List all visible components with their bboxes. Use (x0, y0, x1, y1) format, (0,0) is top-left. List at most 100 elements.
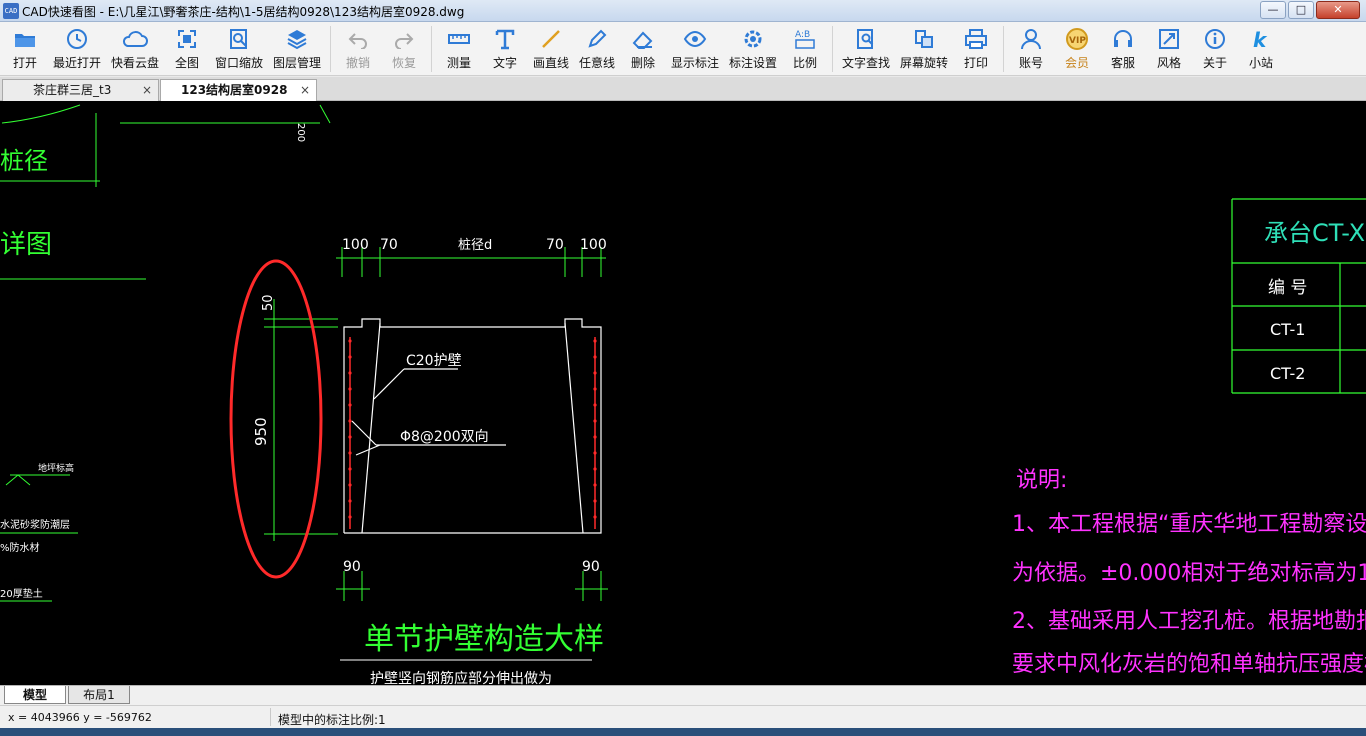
k-logo-icon: k (1248, 27, 1274, 51)
erase-label: 删除 (630, 56, 655, 70)
notes-line: 为依据。±0.000相对于绝对标高为1330.60 (1012, 561, 1366, 586)
cloud-label: 快看云盘 (110, 56, 159, 70)
text-search-label: 文字查找 (841, 56, 890, 70)
file-tab-2[interactable]: 123结构居室0928 × (160, 79, 317, 101)
text-button[interactable]: 文字 (482, 22, 528, 74)
notes-line: 1、本工程根据“重庆华地工程勘察设计院”提供的 (1012, 512, 1366, 537)
style-label: 风格 (1156, 56, 1181, 70)
fit-all-button[interactable]: 全图 (164, 22, 210, 74)
vip-button[interactable]: VIP 会员 (1054, 22, 1100, 74)
window-zoom-button[interactable]: 窗口缩放 (210, 22, 268, 74)
dim-text-200: 200 (295, 123, 306, 142)
redo-label: 恢复 (391, 56, 416, 70)
table-cell: CT-1 (1270, 320, 1305, 339)
dim-settings-button[interactable]: 标注设置 (724, 22, 782, 74)
eraser-icon (630, 27, 656, 51)
printer-icon (963, 27, 989, 51)
os-taskbar (0, 728, 1366, 736)
notes-line: 2、基础采用人工挖孔桩。根据地勘报告,要求所有 (1012, 609, 1366, 634)
pen-icon (584, 27, 610, 51)
open-label: 打开 (12, 56, 37, 70)
style-icon (1156, 27, 1182, 51)
table-title: 承台CT-X配 (1264, 219, 1366, 247)
rebar-dot (348, 467, 352, 471)
measure-button[interactable]: 测量 (436, 22, 482, 74)
drawing-label: %防水材 (0, 541, 40, 554)
minimize-button[interactable]: — (1260, 1, 1286, 19)
close-button[interactable]: ✕ (1316, 1, 1360, 19)
dim-text: 70 (546, 237, 564, 253)
bottom-dimension (336, 571, 608, 601)
freehand-button[interactable]: 任意线 (574, 22, 620, 74)
freehand-label: 任意线 (578, 56, 615, 70)
eye-icon (682, 27, 708, 51)
line-button[interactable]: 画直线 (528, 22, 574, 74)
table-cell: CT-2 (1270, 364, 1305, 383)
layers-button[interactable]: 图层管理 (268, 22, 326, 74)
clock-icon (64, 27, 90, 51)
undo-label: 撤销 (345, 56, 370, 70)
side-dimension (264, 299, 338, 541)
ruler-icon (446, 27, 472, 51)
level-mark (5, 474, 31, 486)
rebar-dot (348, 339, 352, 343)
tab-model[interactable]: 模型 (4, 686, 66, 704)
dim-text: 100 (342, 237, 369, 253)
rotate-label: 屏幕旋转 (899, 56, 948, 70)
dim-settings-label: 标注设置 (728, 56, 777, 70)
text-label: 文字 (492, 56, 517, 70)
main-toolbar: 打开 最近打开 快看云盘 全图 窗口缩放 图层管理 撤销 恢复 测量 文字 画直线 任意线 删除 显示标注… (0, 22, 1366, 76)
title-bar: CAD CAD快速看图 - E:\几星江\野奢茶庄-结构\1-5居结构0928\… (0, 0, 1366, 22)
service-button[interactable]: 客服 (1100, 22, 1146, 74)
about-button[interactable]: 关于 (1192, 22, 1238, 74)
show-dims-button[interactable]: 显示标注 (666, 22, 724, 74)
annotation-scale: 模型中的标注比例:1 (278, 713, 386, 727)
drawing-label: 桩径 (0, 147, 48, 175)
station-label: 小站 (1248, 56, 1273, 70)
toolbar-separator (1003, 26, 1004, 72)
window-controls: — □ ✕ (1260, 1, 1360, 19)
recent-open-button[interactable]: 最近打开 (48, 22, 106, 74)
rebar-dot (593, 371, 597, 375)
tab-close-icon[interactable]: × (142, 80, 152, 100)
dim-tick (319, 104, 331, 124)
station-button[interactable]: k 小站 (1238, 22, 1284, 74)
about-label: 关于 (1202, 56, 1227, 70)
rebar-dot (348, 435, 352, 439)
open-button[interactable]: 打开 (2, 22, 48, 74)
account-button[interactable]: 账号 (1008, 22, 1054, 74)
dim-text: 桩径d (458, 238, 492, 253)
tab-layout1[interactable]: 布局1 (68, 686, 130, 704)
file-tab-1[interactable]: 茶庄群三居_t3 × (2, 79, 159, 101)
maximize-button[interactable]: □ (1288, 1, 1314, 19)
headset-icon (1110, 27, 1136, 51)
user-icon (1018, 27, 1044, 51)
info-icon (1202, 27, 1228, 51)
dim-text: 90 (582, 559, 600, 575)
print-button[interactable]: 打印 (953, 22, 999, 74)
tab-close-icon[interactable]: × (300, 80, 310, 100)
text-search-button[interactable]: 文字查找 (837, 22, 895, 74)
recent-open-label: 最近打开 (52, 56, 101, 70)
app-logo-icon: CAD (3, 3, 19, 19)
rebar-dot (348, 387, 352, 391)
erase-button[interactable]: 删除 (620, 22, 666, 74)
rotate-button[interactable]: 屏幕旋转 (895, 22, 953, 74)
dim-text: 950 (252, 417, 270, 446)
drawing-label: 水泥砂浆防潮层 (0, 518, 70, 531)
redo-button: 恢复 (381, 22, 427, 74)
account-label: 账号 (1018, 56, 1043, 70)
drawing-label: 详图 (0, 230, 52, 260)
cloud-button[interactable]: 快看云盘 (106, 22, 164, 74)
drawing-canvas[interactable]: 200 桩径 详图 地坪标高 水泥砂浆防潮层 %防水材 20厚垫土 100 70… (0, 101, 1366, 685)
svg-text:A:B: A:B (795, 30, 810, 40)
ratio-button[interactable]: A:B 比例 (782, 22, 828, 74)
style-button[interactable]: 风格 (1146, 22, 1192, 74)
cloud-icon (122, 27, 148, 51)
layers-label: 图层管理 (272, 56, 321, 70)
callout-text: Φ8@200双向 (400, 429, 489, 445)
file-tab-label: 茶庄群三居_t3 (33, 83, 112, 97)
undo-button: 撤销 (335, 22, 381, 74)
rebar-dot (348, 483, 352, 487)
undo-icon (345, 27, 371, 51)
